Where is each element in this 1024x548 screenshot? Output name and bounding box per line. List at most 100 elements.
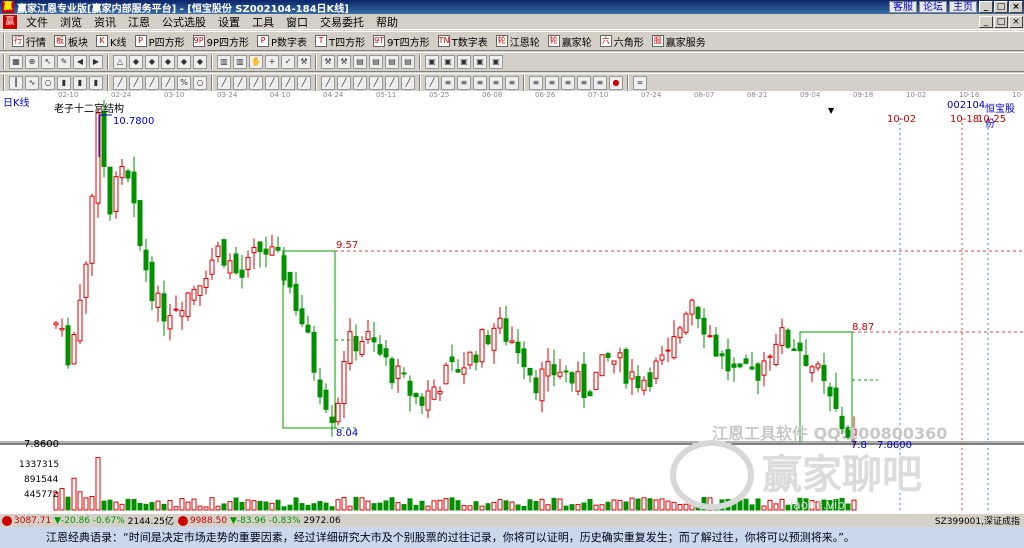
link-service[interactable]: 客服	[889, 1, 917, 13]
link-forum[interactable]: 论坛	[919, 1, 947, 13]
check-icon[interactable]: ✓	[281, 55, 295, 69]
menu-browse[interactable]: 浏览	[54, 14, 88, 30]
diamond-icon[interactable]: ◆	[161, 55, 175, 69]
chart-icon[interactable]: ▤	[385, 55, 399, 69]
tool-icon[interactable]: ⚒	[297, 55, 311, 69]
line-icon[interactable]: ╱	[337, 76, 351, 90]
cursor-icon[interactable]: ↖	[41, 55, 55, 69]
wave-icon[interactable]: ∿	[25, 76, 39, 90]
line-icon[interactable]: ╱	[297, 76, 311, 90]
menu-file[interactable]: 文件	[20, 14, 54, 30]
close-button[interactable]: ×	[1009, 1, 1023, 13]
line-icon[interactable]: ╱	[321, 76, 335, 90]
line-icon[interactable]: ╱	[353, 76, 367, 90]
line-icon[interactable]: ╱	[281, 76, 295, 90]
layout-icon[interactable]: ▣	[457, 55, 471, 69]
menu-trade[interactable]: 交易委托	[314, 14, 370, 30]
line-icon[interactable]: ╱	[385, 76, 399, 90]
zoom-icon[interactable]: ⊕	[25, 55, 39, 69]
fib-icon[interactable]: ≡	[505, 76, 519, 90]
arrow-left-icon[interactable]: ◀	[73, 55, 87, 69]
diamond-icon[interactable]: ◆	[129, 55, 143, 69]
line-icon[interactable]: ╱	[217, 76, 231, 90]
chart-icon[interactable]: ▤	[353, 55, 367, 69]
link-home[interactable]: 主页	[949, 1, 977, 13]
candle-icon[interactable]: ┃	[9, 76, 23, 90]
toolbar-button-10[interactable]: 轮赢家轮	[544, 32, 596, 50]
fib-icon[interactable]: ≡	[577, 76, 591, 90]
kline-chart[interactable]: 日K线 老子十二宫结构 002104 恒宝股份 ▼ 10.7800 9.57 8…	[0, 98, 1024, 513]
circle-icon[interactable]: ○	[193, 76, 207, 90]
child-restore-button[interactable]: □	[994, 15, 1008, 28]
line-icon[interactable]: ╱	[249, 76, 263, 90]
diamond-icon[interactable]: ◆	[145, 55, 159, 69]
triangle-icon[interactable]: △	[113, 55, 127, 69]
menu-tools[interactable]: 工具	[246, 14, 280, 30]
infinity-icon[interactable]: ∞	[633, 76, 647, 90]
layout-icon[interactable]: ▣	[489, 55, 503, 69]
percent-icon[interactable]: %	[177, 76, 191, 90]
chart-icon[interactable]: ▤	[401, 55, 415, 69]
toolbar-button-5[interactable]: P P数字表	[253, 32, 311, 50]
arrow-right-icon[interactable]: ▶	[89, 55, 103, 69]
line-icon[interactable]: ╱	[401, 76, 415, 90]
toolbar-button-1[interactable]: 板板块	[50, 32, 92, 50]
menu-news[interactable]: 资讯	[88, 14, 122, 30]
chart-icon[interactable]: ▤	[369, 55, 383, 69]
fib-icon[interactable]: ≡	[489, 76, 503, 90]
toolbar-button-12[interactable]: 服赢家服务	[648, 32, 710, 50]
grid-icon[interactable]: ▦	[9, 55, 23, 69]
line-icon[interactable]: ╱	[369, 76, 383, 90]
status-right-label[interactable]: SZ399001,深证成指	[935, 514, 1020, 527]
menu-gann[interactable]: 江恩	[122, 14, 156, 30]
brush-icon[interactable]: ✎	[57, 55, 71, 69]
bar-icon[interactable]: ▮	[73, 76, 87, 90]
red-circle-icon[interactable]: ●	[609, 76, 623, 90]
diamond-icon[interactable]: ◆	[193, 55, 207, 69]
toolbar-button-3[interactable]: P P四方形	[131, 32, 189, 50]
toolbar-button-2[interactable]: K K线	[92, 32, 131, 50]
line-icon[interactable]: ╱	[129, 76, 143, 90]
line-icon[interactable]: ╱	[161, 76, 175, 90]
line-icon[interactable]: ╱	[113, 76, 127, 90]
toolbar-button-6[interactable]: T T四方形	[311, 32, 369, 50]
child-minimize-button[interactable]: _	[979, 15, 993, 28]
menu-window[interactable]: 窗口	[280, 14, 314, 30]
fib-icon[interactable]: ≡	[593, 76, 607, 90]
menu-help[interactable]: 帮助	[370, 14, 404, 30]
tool-icon[interactable]: ⚒	[337, 55, 351, 69]
fib-icon[interactable]: ≡	[457, 76, 471, 90]
hand-icon[interactable]: ✋	[249, 55, 263, 69]
menu-settings[interactable]: 设置	[212, 14, 246, 30]
dropdown-arrow-icon[interactable]: ▼	[828, 106, 834, 115]
line-icon[interactable]: ╱	[265, 76, 279, 90]
bars-icon[interactable]: ▥	[233, 55, 247, 69]
layout-icon[interactable]: ▣	[473, 55, 487, 69]
tool-icon[interactable]: ⚒	[321, 55, 335, 69]
maximize-button[interactable]: □	[994, 1, 1008, 13]
toolbar-button-8[interactable]: TN T数字表	[434, 32, 492, 50]
line-icon[interactable]: ╱	[145, 76, 159, 90]
circle-icon[interactable]: ○	[41, 76, 55, 90]
toolbar-button-11[interactable]: 六六角形	[596, 32, 648, 50]
fib-icon[interactable]: ≡	[561, 76, 575, 90]
diamond-icon[interactable]: ◆	[177, 55, 191, 69]
toolbar-button-9[interactable]: 轮江恩轮	[492, 32, 544, 50]
layout-icon[interactable]: ▣	[441, 55, 455, 69]
fib-icon[interactable]: ≡	[529, 76, 543, 90]
plus-icon[interactable]: +	[265, 55, 279, 69]
layout-icon[interactable]: ▣	[425, 55, 439, 69]
fib-icon[interactable]: ≡	[441, 76, 455, 90]
line-icon[interactable]: ╱	[425, 76, 439, 90]
menu-formula[interactable]: 公式选股	[156, 14, 212, 30]
bar-icon[interactable]: ▮	[57, 76, 71, 90]
bar-icon[interactable]: ▮	[89, 76, 103, 90]
child-close-button[interactable]: ×	[1009, 15, 1023, 28]
toolbar-button-7[interactable]: 9T 9T四方形	[369, 32, 433, 50]
toolbar-button-4[interactable]: 9P 9P四方形	[189, 32, 253, 50]
bars-icon[interactable]: ▥	[217, 55, 231, 69]
toolbar-button-0[interactable]: 行行情	[8, 32, 50, 50]
minimize-button[interactable]: _	[979, 1, 993, 13]
line-icon[interactable]: ╱	[233, 76, 247, 90]
fib-icon[interactable]: ≡	[545, 76, 559, 90]
